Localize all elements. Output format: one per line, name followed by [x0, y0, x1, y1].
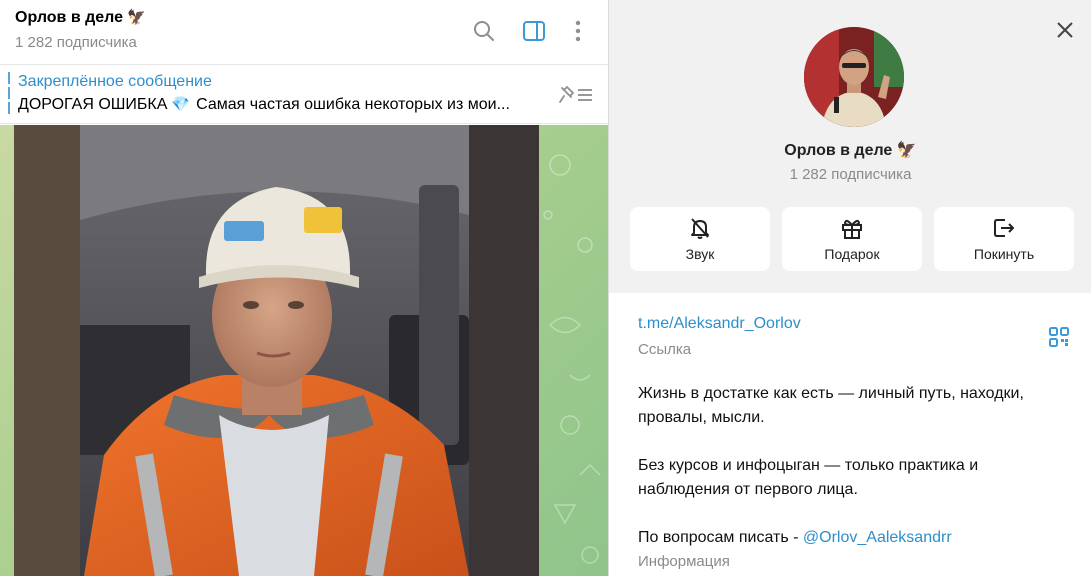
close-icon[interactable]: [1053, 18, 1077, 42]
leave-icon: [992, 216, 1016, 240]
side-panel-icon[interactable]: [521, 18, 547, 44]
pinned-indicator: [8, 72, 10, 116]
pinned-label: Закреплённое сообщение: [18, 73, 212, 90]
chat-view: Орлов в деле 🦅 1 282 подписчика Закреплён…: [0, 0, 608, 576]
description-line: Жизнь в достатке как есть — личный путь,…: [638, 385, 1024, 402]
chat-background: [0, 125, 608, 576]
pinned-text-body: Самая частая ошибка некоторых из мои...: [196, 96, 510, 113]
channel-link[interactable]: t.me/Aleksandr_Oorlov: [638, 315, 801, 333]
description-paragraph-2: Без курсов и инфоцыган — только практика…: [638, 454, 1068, 502]
description-contact: По вопросам писать - @Orlov_Aaleksandrr: [638, 526, 1068, 550]
qr-code-icon[interactable]: [1047, 325, 1071, 349]
pinned-list-icon[interactable]: [558, 84, 594, 106]
chat-header[interactable]: Орлов в деле 🦅 1 282 подписчика: [0, 0, 608, 65]
description-line: наблюдения от первого лица.: [638, 481, 858, 498]
leave-label: Покинуть: [973, 246, 1035, 262]
link-caption: Ссылка: [638, 341, 692, 358]
description-line: провалы, мысли.: [638, 409, 765, 426]
gift-label: Подарок: [824, 246, 880, 262]
chat-subscribers: 1 282 подписчика: [15, 34, 137, 51]
search-icon[interactable]: [471, 18, 497, 44]
gem-emoji: 💎: [171, 96, 191, 113]
eagle-emoji: 🦅: [896, 142, 917, 159]
description-line: Без курсов и инфоцыган — только практика…: [638, 457, 979, 474]
eagle-emoji: 🦅: [127, 9, 146, 26]
bell-off-icon: [688, 216, 712, 240]
telegram-window: Орлов в деле 🦅 1 282 подписчика Закреплён…: [0, 0, 1091, 576]
leave-button[interactable]: Покинуть: [934, 207, 1074, 271]
chat-title-text: Орлов в деле: [15, 9, 124, 26]
selfie-photo: [14, 125, 539, 576]
info-caption: Информация: [638, 553, 730, 570]
contact-mention-link[interactable]: @Orlov_Aaleksandrr: [803, 529, 952, 546]
pinned-message-bar[interactable]: Закреплённое сообщение ДОРОГАЯ ОШИБКА 💎 Са…: [0, 66, 608, 124]
channel-name: Орлов в деле 🦅: [609, 140, 1091, 160]
more-vertical-icon[interactable]: [565, 18, 591, 44]
channel-info-panel: Орлов в деле 🦅 1 282 подписчика Звук Под…: [608, 0, 1091, 576]
gift-icon: [840, 216, 864, 240]
mute-button[interactable]: Звук: [630, 207, 770, 271]
channel-name-text: Орлов в деле: [784, 142, 893, 159]
chat-title[interactable]: Орлов в деле 🦅: [15, 8, 146, 27]
pinned-text-prefix: ДОРОГАЯ ОШИБКА: [18, 96, 168, 113]
channel-subscribers: 1 282 подписчика: [789, 166, 912, 183]
contact-prefix: По вопросам писать -: [638, 529, 803, 546]
pinned-text: ДОРОГАЯ ОШИБКА 💎 Самая частая ошибка некот…: [18, 95, 510, 114]
description-paragraph-1: Жизнь в достатке как есть — личный путь,…: [638, 382, 1068, 430]
gift-button[interactable]: Подарок: [782, 207, 922, 271]
photo-message[interactable]: [14, 125, 539, 576]
avatar[interactable]: [804, 27, 904, 127]
channel-info-card: t.me/Aleksandr_Oorlov Ссылка Жизнь в дос…: [609, 293, 1091, 576]
mute-label: Звук: [685, 246, 715, 262]
